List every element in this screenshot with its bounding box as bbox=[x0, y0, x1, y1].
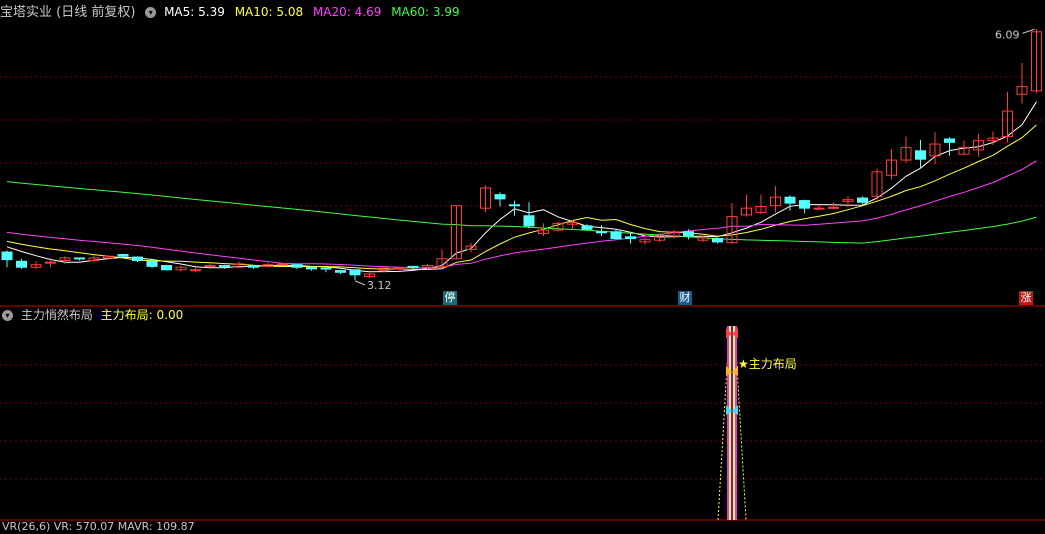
sub-panel-title: 主力悄然布局 bbox=[20, 308, 93, 322]
candle-body bbox=[190, 269, 201, 272]
candle-body bbox=[320, 267, 332, 270]
candle-body bbox=[146, 260, 158, 267]
candle-body bbox=[1, 251, 13, 261]
candle-body bbox=[306, 266, 317, 270]
stock-chart[interactable]: 6.09 3.12 ★主力布局 bbox=[0, 0, 1045, 528]
candle-body bbox=[45, 261, 56, 264]
candle-body bbox=[74, 257, 85, 260]
event-marker-suspend-text: 停 bbox=[444, 291, 456, 304]
sub-panel-menu-icon[interactable]: ▾ bbox=[2, 310, 13, 321]
candle-body bbox=[349, 269, 361, 276]
panel-menu-icon[interactable]: ▾ bbox=[145, 7, 157, 18]
high-pointer bbox=[1022, 28, 1035, 34]
candle-body bbox=[291, 264, 303, 268]
stock-title: 宝塔实业 (日线 前复权) bbox=[0, 5, 136, 20]
candle-body bbox=[523, 215, 535, 227]
event-marker-limit-up[interactable]: 涨 bbox=[1019, 291, 1033, 305]
ma5-label: MA5: 5.39 bbox=[164, 5, 225, 19]
candle-body bbox=[915, 150, 926, 160]
bottom-strip: VR(26,6) VR: 570.07 MAVR: 109.87 bbox=[2, 520, 201, 534]
main-panel-header: 宝塔实业 (日线 前复权) ▾ MA5: 5.39 MA10: 5.08 MA2… bbox=[0, 2, 466, 22]
candle-body bbox=[393, 267, 404, 270]
candle-body bbox=[813, 207, 825, 210]
candle-body bbox=[132, 256, 143, 261]
candle-body bbox=[625, 236, 636, 240]
candle-body bbox=[581, 225, 593, 230]
candle-body bbox=[407, 265, 419, 268]
candle-body bbox=[204, 265, 216, 268]
candle-body bbox=[784, 196, 796, 204]
candle-body bbox=[509, 204, 520, 207]
candle-body bbox=[219, 265, 230, 268]
low-label: 3.12 bbox=[367, 279, 392, 292]
candle-body bbox=[610, 231, 622, 240]
vr-label: VR(26,6) VR: 570.07 MAVR: 109.87 bbox=[2, 520, 195, 533]
high-label: 6.09 bbox=[995, 28, 1020, 41]
event-marker-suspend[interactable]: 停 bbox=[443, 291, 457, 305]
candle-body bbox=[799, 200, 810, 209]
candle-body bbox=[828, 206, 839, 209]
candle-body bbox=[857, 197, 868, 203]
ma10-label: MA10: 5.08 bbox=[234, 5, 304, 19]
sub-panel-value: 主力布局: 0.00 bbox=[100, 308, 184, 322]
ma60-label: MA60: 3.99 bbox=[391, 5, 460, 19]
candle-body bbox=[596, 231, 607, 234]
candle-body bbox=[16, 260, 27, 268]
candle-body bbox=[712, 238, 723, 243]
low-pointer bbox=[354, 280, 366, 286]
signal-label: ★主力布局 bbox=[738, 357, 797, 371]
candle-body bbox=[494, 194, 506, 200]
ma10-line bbox=[6, 124, 1037, 271]
signal-bar-core bbox=[731, 326, 733, 520]
candle-body bbox=[944, 138, 955, 143]
candle-body bbox=[335, 270, 346, 273]
candle-body bbox=[161, 265, 172, 271]
candle-body bbox=[248, 265, 259, 268]
candle-body bbox=[683, 231, 694, 237]
candle-body bbox=[117, 254, 129, 257]
sub-panel-header: ▾ 主力悄然布局 主力布局: 0.00 bbox=[0, 305, 189, 325]
ma20-label: MA20: 4.69 bbox=[312, 5, 382, 19]
candle-body bbox=[277, 263, 288, 266]
event-marker-finance-text: 财 bbox=[679, 291, 691, 304]
event-marker-finance[interactable]: 财 bbox=[678, 291, 692, 305]
event-marker-limit-up-text: 涨 bbox=[1020, 291, 1032, 304]
